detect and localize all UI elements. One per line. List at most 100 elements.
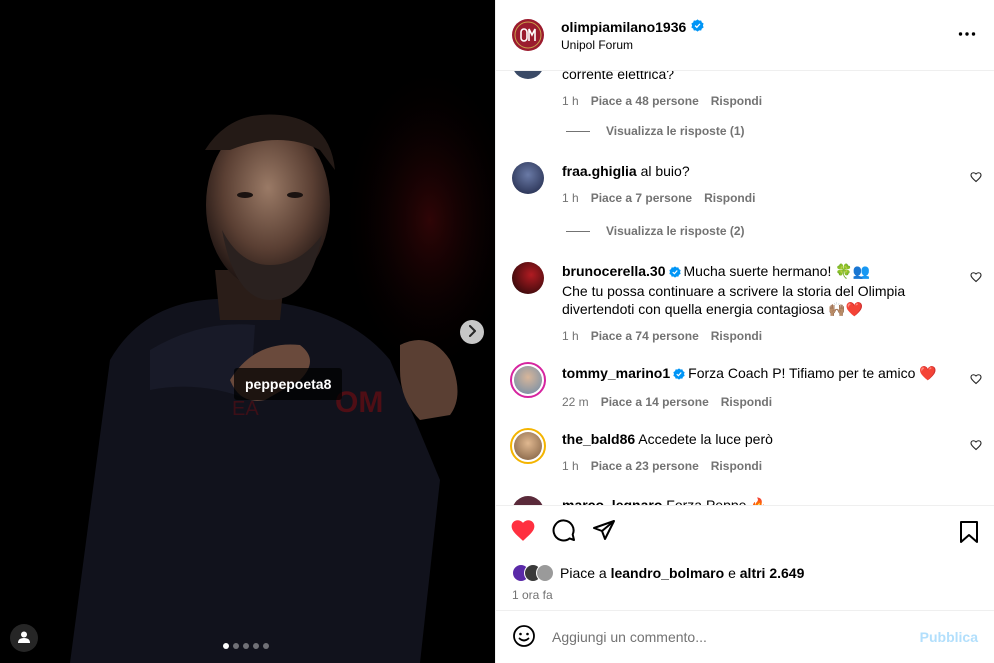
comment-like-button[interactable] [970,270,982,286]
smiley-icon[interactable] [512,624,536,651]
publish-button[interactable]: Pubblica [920,629,978,645]
post-details-panel: olimpiamilano1936 Unipol Forum corrente … [495,0,994,663]
post-header: olimpiamilano1936 Unipol Forum [496,0,994,71]
comment-likes[interactable]: Piace a 14 persone [601,393,709,411]
carousel-dot [233,643,239,649]
person-icon [17,630,31,647]
olimpia-logo-icon [514,21,542,49]
share-button[interactable] [592,518,616,545]
account-username[interactable]: olimpiamilano1936 [561,19,686,35]
tagged-users-button[interactable] [10,624,38,652]
instagram-post-modal: OM EA peppepoeta8 olimpiamilano1936 Unip… [0,0,994,663]
photo-image: OM EA [0,0,495,663]
comment-item: fraa.ghiglia al buio? 1 h Piace a 7 pers… [512,162,982,207]
comment-avatar[interactable] [512,262,544,294]
comment-item: corrente elettrica? 1 h Piace a 48 perso… [512,71,982,110]
comment-input[interactable] [552,629,920,645]
comment-avatar[interactable] [512,71,544,79]
heart-filled-icon [510,518,536,545]
bookmark-icon [958,521,980,547]
comment-button[interactable] [552,518,576,545]
like-button[interactable] [510,518,536,545]
comment-like-button[interactable] [970,170,982,186]
liker-avatar [536,564,554,582]
comments-list[interactable]: corrente elettrica? 1 h Piace a 48 perso… [496,71,994,505]
comment-item: brunocerella.30 Mucha suerte hermano! 🍀👥 … [512,262,982,345]
reply-button[interactable]: Rispondi [704,189,755,207]
view-replies-button[interactable]: Visualizza le risposte (2) [566,224,745,238]
comment-likes[interactable]: Piace a 7 persone [591,189,692,207]
chevron-right-icon [466,324,478,340]
view-replies-label: Visualizza le risposte (1) [606,124,745,138]
carousel-indicator [223,643,269,649]
carousel-dot [263,643,269,649]
save-button[interactable] [958,520,980,547]
paper-plane-icon [592,518,616,545]
comment-time[interactable]: 1 h [562,327,579,345]
comment-time[interactable]: 22 m [562,393,589,411]
comment-like-button[interactable] [970,372,982,388]
user-tag-label[interactable]: peppepoeta8 [234,368,343,400]
comment-username[interactable]: the_bald86 [562,431,635,447]
comment-username[interactable]: tommy_marino1 [562,365,670,381]
comment-username[interactable]: fraa.ghiglia [562,163,637,179]
comment-likes[interactable]: Piace a 48 persone [591,92,699,110]
comment-text: corrente elettrica? [562,71,675,82]
comment-time[interactable]: 1 h [562,189,579,207]
reply-button[interactable]: Rispondi [711,92,762,110]
comment-username[interactable]: brunocerella.30 [562,263,666,279]
comment-text: Forza Peppe 🔥 [666,497,768,505]
speech-bubble-icon [552,518,576,545]
post-location[interactable]: Unipol Forum [561,38,704,52]
heart-outline-icon [970,270,982,286]
heart-outline-icon [970,438,982,454]
carousel-next-button[interactable] [460,320,484,344]
comment-avatar[interactable] [510,362,546,398]
comment-avatar[interactable] [512,162,544,194]
carousel-dot [243,643,249,649]
more-options-button[interactable] [958,25,976,46]
verified-badge-icon [691,18,704,35]
carousel-dot [253,643,259,649]
likes-prefix: Piace a [560,565,607,581]
post-actions-bar [496,505,994,557]
likes-conjunction: e [728,565,736,581]
comment-text: Mucha suerte hermano! 🍀👥 [683,263,871,279]
comment-text: Accedete la luce però [638,431,773,447]
comment-time[interactable]: 1 h [562,457,579,475]
comment-item: tommy_marino1 Forza Coach P! Tifiamo per … [510,362,982,411]
svg-text:OM: OM [335,386,383,419]
comment-time[interactable]: 1 h [562,92,579,110]
view-replies-label: Visualizza le risposte (2) [606,224,745,238]
comment-text: al buio? [640,163,690,179]
carousel-dot [223,643,229,649]
comment-item: marco_legnaro Forza Peppe 🔥 [512,496,982,505]
comment-like-button[interactable] [970,438,982,454]
heart-outline-icon [970,170,982,186]
reply-button[interactable]: Rispondi [711,327,762,345]
comment-text: Forza Coach P! Tifiamo per te amico ❤️ [688,365,937,381]
likes-summary[interactable]: Piace a leandro_bolmaro e altri 2.649 [496,557,994,589]
liker-username[interactable]: leandro_bolmaro [611,565,725,581]
liker-avatars [512,564,554,582]
others-count[interactable]: altri 2.649 [740,565,805,581]
replies-divider [566,130,590,132]
verified-badge-icon [668,264,681,282]
post-timestamp[interactable]: 1 ora fa [496,589,994,607]
post-photo[interactable]: OM EA peppepoeta8 [0,0,495,663]
account-avatar[interactable] [512,19,544,51]
reply-button[interactable]: Rispondi [711,457,762,475]
comment-likes[interactable]: Piace a 23 persone [591,457,699,475]
comment-text-continued: Che tu possa continuare a scrivere la st… [562,283,906,317]
ellipsis-icon [958,30,976,46]
reply-button[interactable]: Rispondi [721,393,772,411]
comment-item: the_bald86 Accedete la luce però 1 h Pia… [510,428,982,475]
comment-likes[interactable]: Piace a 74 persone [591,327,699,345]
comment-avatar[interactable] [510,428,546,464]
comment-username[interactable]: marco_legnaro [562,497,662,505]
heart-outline-icon [970,372,982,388]
verified-badge-icon [673,366,685,384]
comment-avatar[interactable] [512,496,544,505]
view-replies-button[interactable]: Visualizza le risposte (1) [566,124,745,138]
replies-divider [566,230,590,232]
